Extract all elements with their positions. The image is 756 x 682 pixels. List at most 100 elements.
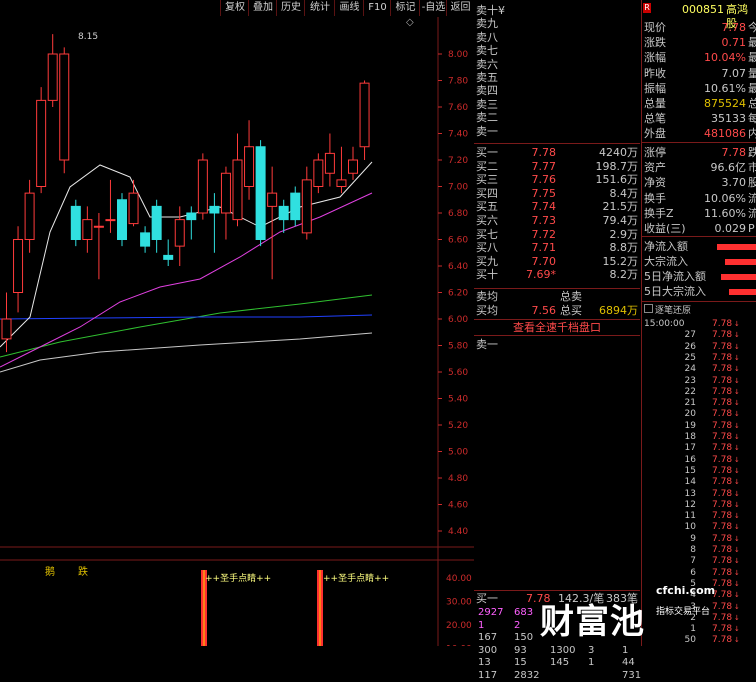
order-book: 卖十¥ 卖九 卖八 卖七 卖六 卖五 卖四 卖三 卖二 卖一 买一 7.78 4240万 买二 7.77 1… <box>474 0 641 681</box>
candle-body <box>70 205 81 240</box>
candle-body <box>220 172 231 214</box>
ask-label: 卖十¥ <box>476 4 505 17</box>
bid-price: 7.71 <box>531 241 557 255</box>
bid-vol: 79.4万 <box>602 214 639 227</box>
flow-bar <box>717 244 756 250</box>
bid-vol: 8.8万 <box>609 241 639 255</box>
ticks-header[interactable]: 逐笔还原 <box>642 303 756 316</box>
bid-label: 买一 <box>476 146 498 159</box>
bid-label: 买十 <box>476 268 498 282</box>
candle-body <box>1 318 12 340</box>
r-badge-icon: R <box>643 3 651 13</box>
quote-row: 总笔 35133 每 <box>642 112 756 126</box>
queue-cell: 300 <box>478 644 498 656</box>
sub-tick-label: 40.00 <box>446 574 472 584</box>
candle-body <box>244 146 255 187</box>
queue-cell: 145 <box>550 657 570 668</box>
y-tick-label: 5.00 <box>448 448 468 458</box>
y-tick-label: 7.40 <box>448 130 468 140</box>
bid-row: 买七 7.72 2.9万 <box>474 228 640 241</box>
toolbar-button-9[interactable]: 返回 <box>446 0 474 16</box>
quote-suffix: P <box>748 222 755 235</box>
queue-label: 卖一 <box>476 338 498 351</box>
quote-value: 875524 <box>704 97 746 110</box>
quote-suffix: 最 <box>748 36 756 50</box>
ticks-header-label: 逐笔还原 <box>655 306 692 316</box>
y-tick-label: 6.20 <box>448 289 468 299</box>
ask-label: 卖五 <box>476 71 498 84</box>
ask-label: 卖七 <box>476 44 498 58</box>
candle-body <box>255 146 266 240</box>
bid-label: 买五 <box>476 200 498 214</box>
signal-label-1: ++圣手点睛++ <box>205 574 272 584</box>
queue-row: 117 2832 731 <box>474 669 642 682</box>
ask-label: 卖四 <box>476 84 498 98</box>
toolbar-button-6[interactable]: F10 <box>363 0 391 16</box>
bid-label: 买二 <box>476 159 498 173</box>
bid-price: 7.78 <box>531 146 557 159</box>
quote-panel: R 000851 高鸿股 现价 7.78 今涨跌 0.71 最涨幅 10.04% 最昨收 7.… <box>641 0 756 646</box>
bid-price: 7.74 <box>531 200 557 214</box>
toolbar-button-1[interactable]: 复权 <box>220 0 249 16</box>
quote-row: 净资 3.70 股 <box>642 176 756 190</box>
diamond-icon[interactable]: ◇ <box>406 17 414 28</box>
toolbar-button-3[interactable]: 历史 <box>276 0 305 16</box>
quote-suffix: 每 <box>748 112 756 126</box>
bid-price: 7.69* <box>526 268 556 282</box>
quote-suffix: 总 <box>748 97 756 110</box>
quote-row: 换手Z 11.60% 流 <box>642 207 756 221</box>
ma-blue-line <box>0 314 373 320</box>
checkbox-icon[interactable] <box>644 304 653 313</box>
bid-price: 7.72 <box>531 227 557 241</box>
indicator-label-2: 跌 <box>78 567 88 578</box>
y-tick-label: 6.00 <box>448 315 468 325</box>
flow-row: 5日大宗流入 <box>642 285 756 299</box>
quote-label: 资产 <box>644 161 666 175</box>
y-tick-label: 6.40 <box>448 262 468 272</box>
view-full-depth-link[interactable]: 查看全速千档盘口 <box>474 319 640 336</box>
toolbar-button-7[interactable]: 标记 <box>390 0 420 16</box>
quote-row: 总量 875524 总 <box>642 97 756 111</box>
candle-body <box>348 159 358 174</box>
quote-label: 现价 <box>644 21 666 34</box>
candle-body <box>313 159 324 187</box>
ask-row: 卖六 <box>474 58 640 71</box>
chart-toolbar: 复权 叠加 历史 统计 画线 F10 标记 -自选 返回 <box>0 0 474 17</box>
bid-vol: 21.5万 <box>602 200 639 214</box>
quote-value: 10.61% <box>704 81 746 95</box>
toolbar-button-2[interactable]: 叠加 <box>248 0 277 16</box>
toolbar-button-8[interactable]: -自选 <box>419 0 447 16</box>
flow-label: 5日净流入额 <box>644 270 706 283</box>
bid-vol: 15.2万 <box>602 254 639 268</box>
ask-row: 卖五 <box>474 71 640 84</box>
avg-sell-row: 卖均 总卖 <box>474 290 640 303</box>
y-tick-label: 6.60 <box>448 236 468 246</box>
quote-value: 7.07 <box>721 66 747 80</box>
flow-row: 5日净流入额 <box>642 270 756 284</box>
total-buy-label: 总买 <box>560 304 582 317</box>
quote-label: 涨跌 <box>644 36 666 50</box>
quote-suffix: 最 <box>748 51 756 65</box>
quote-row: 涨停 7.78 跌 <box>642 146 756 160</box>
queue-cell: 117 <box>478 669 498 681</box>
candle-body <box>47 53 58 101</box>
y-tick-label: 5.60 <box>448 368 468 378</box>
ask-label: 卖一 <box>476 124 498 138</box>
bid-vol: 151.6万 <box>595 173 639 187</box>
ask-label: 卖六 <box>476 57 498 71</box>
candle-body <box>186 212 197 221</box>
candle-body <box>36 99 47 187</box>
kline-chart[interactable]: 8.00 7.80 7.60 7.40 7.20 7.00 6.80 6.60 6.40 6.20… <box>0 17 474 655</box>
quote-suffix: 股 <box>748 176 756 190</box>
bid-row: 买三 7.76 151.6万 <box>474 173 640 186</box>
y-tick-label: 6.80 <box>448 209 468 219</box>
y-tick-label: 5.80 <box>448 342 468 352</box>
queue-cell: 731 <box>622 669 642 681</box>
y-tick-label: 7.20 <box>448 156 468 166</box>
quote-value: 96.6亿 <box>710 161 747 175</box>
toolbar-button-4[interactable]: 统计 <box>304 0 335 16</box>
quote-suffix: 最 <box>748 81 756 95</box>
quote-row: 收益(三) 0.029 P <box>642 222 756 236</box>
toolbar-button-5[interactable]: 画线 <box>334 0 364 16</box>
bid-row: 买一 7.78 4240万 <box>474 146 640 159</box>
